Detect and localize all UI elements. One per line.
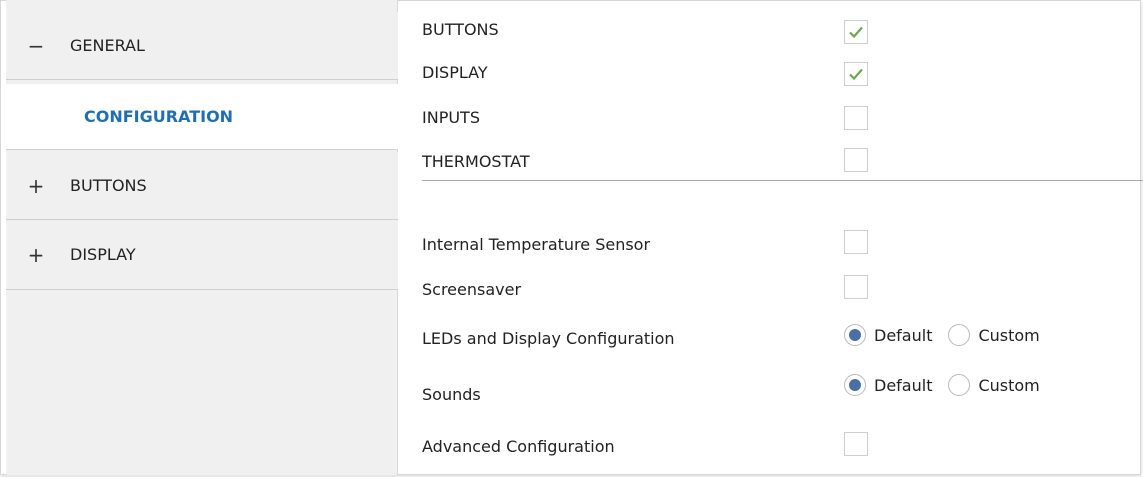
leds-radio-group: Default Custom bbox=[844, 324, 1056, 346]
sidebar-item-configuration[interactable]: CONFIGURATION bbox=[6, 84, 398, 150]
internal-temperature-sensor-checkbox[interactable] bbox=[844, 230, 868, 254]
radio-selected-dot bbox=[849, 379, 861, 391]
radio-selected-dot bbox=[849, 329, 861, 341]
sounds-default-radio[interactable] bbox=[844, 374, 866, 396]
checkmark-icon bbox=[849, 68, 863, 81]
sidebar-item-label: DISPLAY bbox=[70, 245, 136, 264]
radio-label: Default bbox=[874, 325, 933, 345]
expand-icon[interactable]: + bbox=[6, 174, 58, 198]
sidebar-item-label: GENERAL bbox=[70, 36, 145, 55]
internal-temperature-sensor-label: Internal Temperature Sensor bbox=[422, 235, 651, 254]
sidebar: − GENERAL CONFIGURATION + BUTTONS + DISP… bbox=[6, 0, 398, 475]
sounds-radio-group: Default Custom bbox=[844, 374, 1056, 396]
sidebar-item-label: CONFIGURATION bbox=[84, 107, 234, 126]
leds-default-radio[interactable] bbox=[844, 324, 866, 346]
advanced-configuration-checkbox[interactable] bbox=[844, 432, 868, 456]
sidebar-item-label: BUTTONS bbox=[70, 176, 147, 195]
expand-icon[interactable]: + bbox=[6, 243, 58, 267]
thermostat-checkbox[interactable] bbox=[844, 148, 868, 172]
module-label-buttons: BUTTONS bbox=[422, 20, 499, 39]
module-label-inputs: INPUTS bbox=[422, 108, 480, 127]
radio-label: Custom bbox=[978, 375, 1040, 395]
leds-display-config-label: LEDs and Display Configuration bbox=[422, 329, 675, 348]
inputs-checkbox[interactable] bbox=[844, 106, 868, 130]
collapse-icon[interactable]: − bbox=[6, 34, 58, 58]
leds-custom-radio[interactable] bbox=[948, 324, 971, 346]
sidebar-item-display[interactable]: + DISPLAY bbox=[6, 220, 398, 290]
sounds-label: Sounds bbox=[422, 385, 481, 404]
radio-label: Custom bbox=[978, 325, 1040, 345]
radio-label: Default bbox=[874, 375, 933, 395]
display-checkbox[interactable] bbox=[844, 62, 868, 86]
module-label-thermostat: THERMOSTAT bbox=[422, 152, 530, 171]
buttons-checkbox[interactable] bbox=[844, 20, 868, 44]
configuration-panel: BUTTONS DISPLAY INPUTS THERMOSTAT Intern… bbox=[398, 0, 1143, 477]
section-divider bbox=[422, 180, 1143, 181]
screensaver-checkbox[interactable] bbox=[844, 275, 868, 299]
sounds-custom-radio[interactable] bbox=[948, 374, 971, 396]
sidebar-item-general[interactable]: − GENERAL bbox=[6, 12, 398, 80]
checkmark-icon bbox=[849, 26, 863, 39]
module-label-display: DISPLAY bbox=[422, 63, 488, 82]
sidebar-item-buttons[interactable]: + BUTTONS bbox=[6, 152, 398, 220]
advanced-configuration-label: Advanced Configuration bbox=[422, 437, 615, 456]
screensaver-label: Screensaver bbox=[422, 280, 522, 299]
